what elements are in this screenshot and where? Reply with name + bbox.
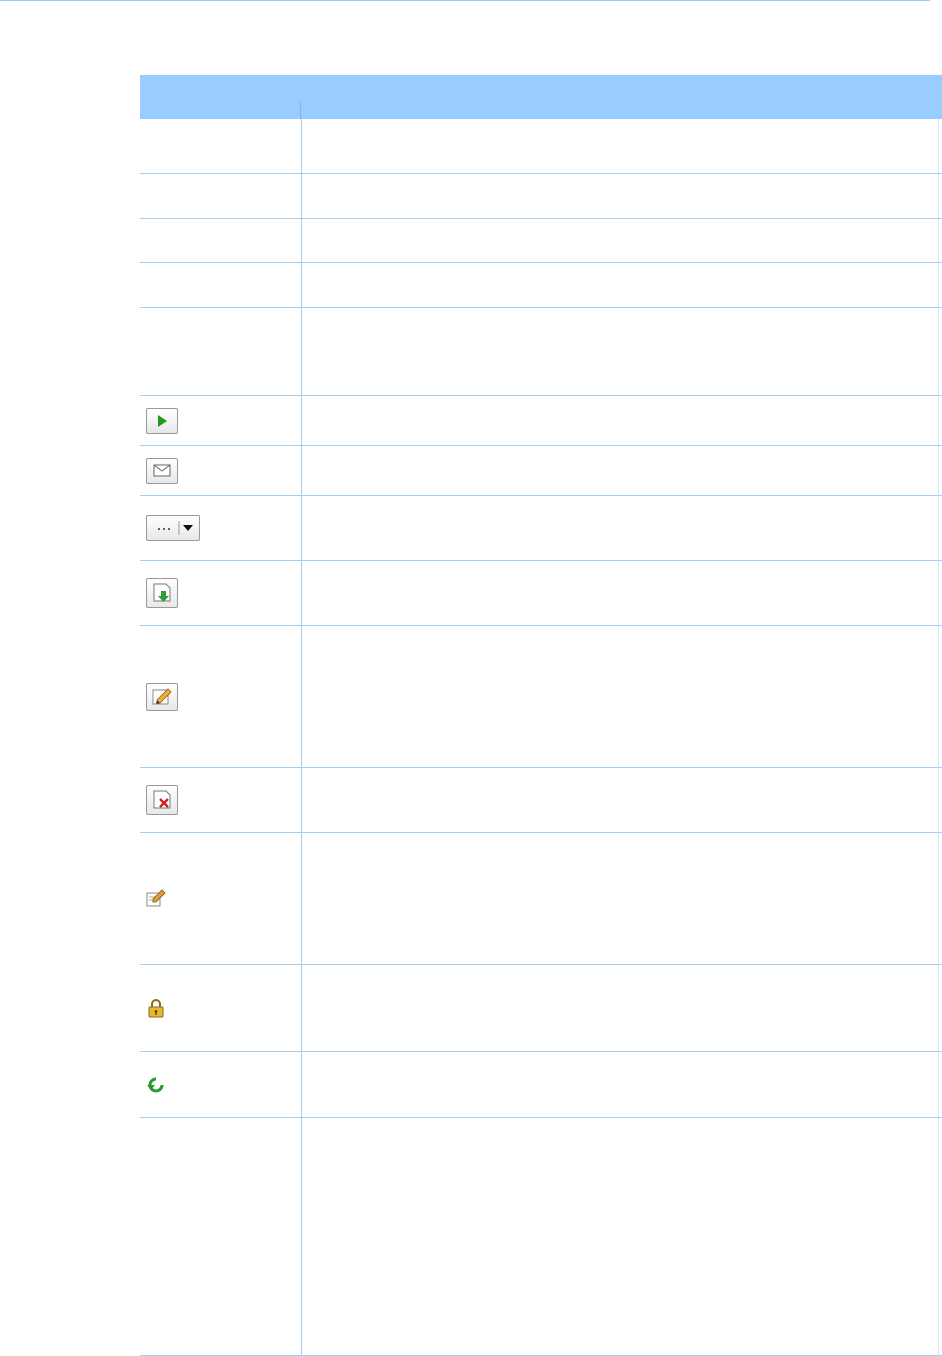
delete-button[interactable]: [146, 785, 178, 815]
icon-slot: [146, 785, 178, 815]
refresh-link[interactable]: [146, 1074, 166, 1096]
delete-icon: [153, 790, 171, 809]
download-icon: [153, 583, 171, 602]
table-row-name-cell: [140, 626, 302, 767]
header-divider: [300, 101, 301, 119]
top-rule: [0, 0, 930, 1]
icon-slot: [146, 407, 178, 434]
edit-button[interactable]: [146, 682, 178, 711]
table-row-name-cell: [140, 496, 302, 560]
icon-slot: [146, 1074, 166, 1096]
table-row: [140, 446, 942, 496]
table-row: [140, 263, 942, 308]
table-row: [140, 965, 942, 1052]
table-row-name-cell: [140, 1052, 302, 1117]
table-row: [140, 174, 942, 219]
table-row: [140, 626, 942, 768]
table-row-name-cell: [140, 561, 302, 625]
table-row: [140, 496, 942, 561]
table-row-name-cell: [140, 446, 302, 495]
table-header: [140, 75, 942, 119]
table-row-name-cell: [140, 263, 302, 307]
table-row: [140, 768, 942, 833]
table-row-name-cell: [140, 219, 302, 262]
envelope-icon: [153, 464, 171, 477]
table-row-name-cell: [140, 396, 302, 445]
table-row: [140, 219, 942, 263]
download-button[interactable]: [146, 578, 178, 608]
lock-icon: [148, 999, 164, 1018]
table-row-name-cell: [140, 1118, 302, 1355]
lock-toggle[interactable]: [146, 997, 166, 1019]
table-row: [140, 396, 942, 446]
edit-note-link[interactable]: [146, 888, 166, 910]
pencil-icon: [152, 687, 172, 704]
table-row-name-cell: [140, 119, 302, 173]
more-actions-button[interactable]: [146, 515, 200, 541]
table-row-name-cell: [140, 308, 302, 395]
table-row: [140, 561, 942, 626]
reference-table: [140, 75, 942, 1356]
table-row-name-cell: [140, 965, 302, 1051]
icon-slot: [146, 997, 166, 1019]
icon-slot: [146, 457, 178, 484]
table-row-name-cell: [140, 833, 302, 964]
icon-slot: [146, 515, 200, 541]
play-icon: [158, 414, 167, 427]
icon-slot: [146, 888, 166, 910]
table-row: [140, 308, 942, 396]
table-row: [140, 1118, 942, 1356]
icon-slot: [146, 682, 178, 711]
icon-slot: [146, 578, 178, 608]
table-row: [140, 1052, 942, 1118]
play-button[interactable]: [146, 407, 178, 434]
table-row-name-cell: [140, 768, 302, 832]
table-row-name-cell: [140, 174, 302, 218]
more-dropdown-icon: [158, 521, 193, 535]
edit-note-icon: [146, 888, 166, 906]
table-row: [140, 833, 942, 965]
email-button[interactable]: [146, 457, 178, 484]
refresh-icon: [147, 1077, 164, 1092]
table-row: [140, 119, 942, 174]
